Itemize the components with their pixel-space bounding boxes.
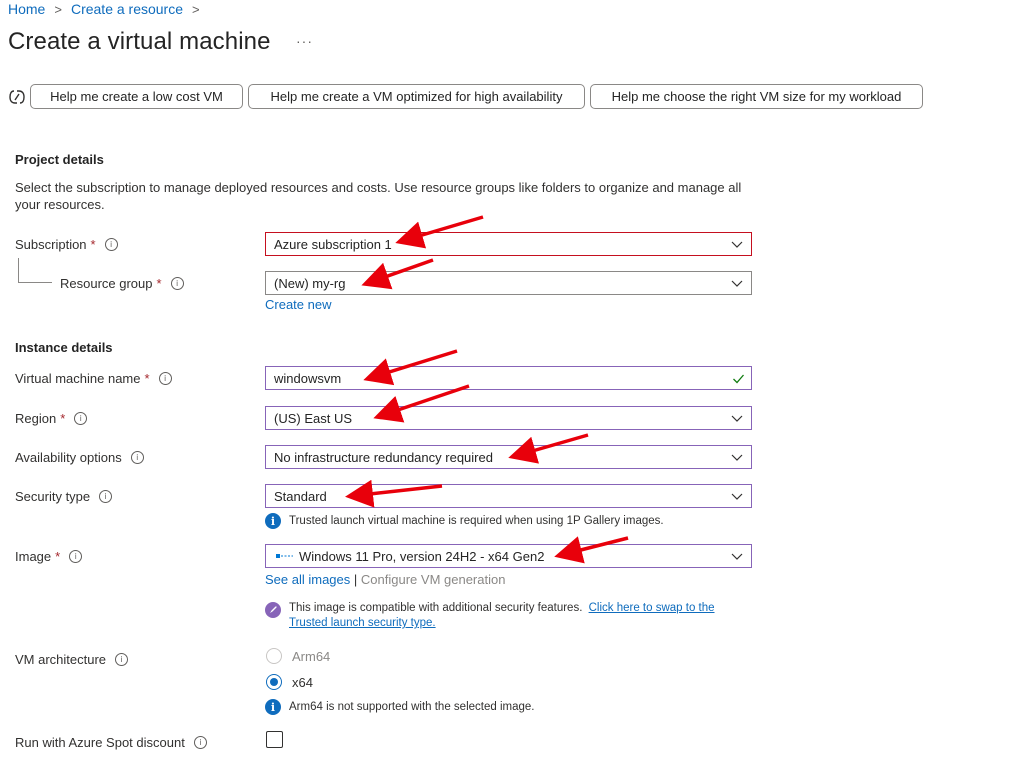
image-compat-note: This image is compatible with additional… [265,601,745,631]
create-new-resource-group-link[interactable]: Create new [265,297,331,312]
breadcrumb-home[interactable]: Home [8,1,45,17]
project-details-description: Select the subscription to manage deploy… [15,180,742,212]
low-cost-vm-prompt-button[interactable]: Help me create a low cost VM [30,84,243,109]
arm64-label: Arm64 [292,648,331,664]
image-compat-text: This image is compatible with additional… [289,602,583,614]
info-icon[interactable]: i [115,653,129,666]
security-type-dropdown[interactable]: Standard [265,484,752,508]
spot-discount-checkbox[interactable] [266,731,283,748]
spot-discount-label: Run with Azure Spot discount i [15,735,207,750]
windows-image-icon [276,554,293,558]
required-marker: * [90,237,96,252]
vm-architecture-label-text: VM architecture [15,652,107,667]
security-type-label: Security type i [15,489,113,504]
required-marker: * [144,371,150,386]
chevron-down-icon [731,553,743,560]
availability-value: No infrastructure redundancy required [274,449,493,465]
security-type-label-text: Security type [15,489,91,504]
subscription-dropdown[interactable]: Azure subscription 1 [265,232,752,256]
region-label-text: Region [15,411,57,426]
info-icon[interactable]: i [99,490,113,503]
image-value: Windows 11 Pro, version 24H2 - x64 Gen2 [299,548,545,564]
required-marker: * [55,549,61,564]
vm-name-value: windowsvm [274,370,342,386]
info-icon[interactable]: i [158,372,172,385]
image-dropdown[interactable]: Windows 11 Pro, version 24H2 - x64 Gen2 [265,544,752,568]
region-label: Region * i [15,411,88,426]
chevron-down-icon [731,493,743,500]
resource-group-dropdown[interactable]: (New) my-rg [265,271,752,295]
security-type-note: i Trusted launch virtual machine is requ… [265,513,664,529]
more-options-button[interactable]: ··· [296,33,313,49]
security-type-note-text: Trusted launch virtual machine is requir… [289,515,664,527]
availability-label-text: Availability options [15,450,122,465]
vm-name-label: Virtual machine name * i [15,371,172,386]
tree-connector [18,258,52,283]
resource-group-label-text: Resource group [60,276,153,291]
spot-discount-label-text: Run with Azure Spot discount [15,735,185,750]
x64-label: x64 [292,674,313,690]
vm-name-label-text: Virtual machine name [15,371,141,386]
info-icon[interactable]: i [104,238,118,251]
breadcrumb-separator: > [192,1,200,17]
checkmark-icon [733,374,744,384]
arch-option-x64[interactable]: x64 [266,674,313,690]
chevron-down-icon [731,280,743,287]
resource-group-label: Resource group * i [60,276,184,291]
breadcrumb-create-resource[interactable]: Create a resource [71,1,183,17]
vm-name-input[interactable]: windowsvm [265,366,752,390]
arm64-radio[interactable] [266,648,282,664]
info-filled-icon: i [265,699,281,715]
link-separator: | [353,572,358,587]
required-marker: * [60,411,66,426]
arch-note: i Arm64 is not supported with the select… [265,699,534,715]
page-title: Create a virtual machine [8,28,271,55]
chevron-down-icon [731,415,743,422]
info-icon[interactable]: i [130,451,144,464]
info-filled-icon: i [265,513,281,529]
chevron-down-icon [731,241,743,248]
image-links: See all images | Configure VM generation [265,572,505,587]
subscription-value: Azure subscription 1 [274,236,392,252]
image-label-text: Image [15,549,52,564]
region-dropdown[interactable]: (US) East US [265,406,752,430]
see-all-images-link[interactable]: See all images [265,572,350,587]
resource-group-value: (New) my-rg [274,275,346,291]
breadcrumb-separator: > [54,1,62,17]
arch-note-text: Arm64 is not supported with the selected… [289,701,535,713]
region-value: (US) East US [274,410,353,426]
high-availability-prompt-button[interactable]: Help me create a VM optimized for high a… [248,84,585,109]
required-marker: * [156,276,162,291]
image-label: Image * i [15,549,83,564]
chevron-down-icon [731,454,743,461]
project-details-heading: Project details [15,152,104,167]
image-compat-text-wrap: This image is compatible with additional… [289,601,745,631]
info-icon[interactable]: i [170,277,184,290]
arch-option-arm64[interactable]: Arm64 [266,648,330,664]
copilot-icon [9,90,25,104]
info-icon[interactable]: i [74,412,88,425]
availability-label: Availability options i [15,450,144,465]
configure-vm-generation-link[interactable]: Configure VM generation [361,572,506,587]
instance-details-heading: Instance details [15,340,113,355]
subscription-label: Subscription * i [15,237,118,252]
breadcrumb: Home > Create a resource > [8,1,209,17]
info-icon[interactable]: i [69,550,83,563]
security-type-value: Standard [274,488,327,504]
availability-dropdown[interactable]: No infrastructure redundancy required [265,445,752,469]
vm-architecture-label: VM architecture i [15,652,129,667]
info-icon[interactable]: i [193,736,207,749]
subscription-label-text: Subscription [15,237,87,252]
vm-size-prompt-button[interactable]: Help me choose the right VM size for my … [590,84,923,109]
x64-radio[interactable] [266,674,282,690]
rocket-icon [265,602,281,618]
